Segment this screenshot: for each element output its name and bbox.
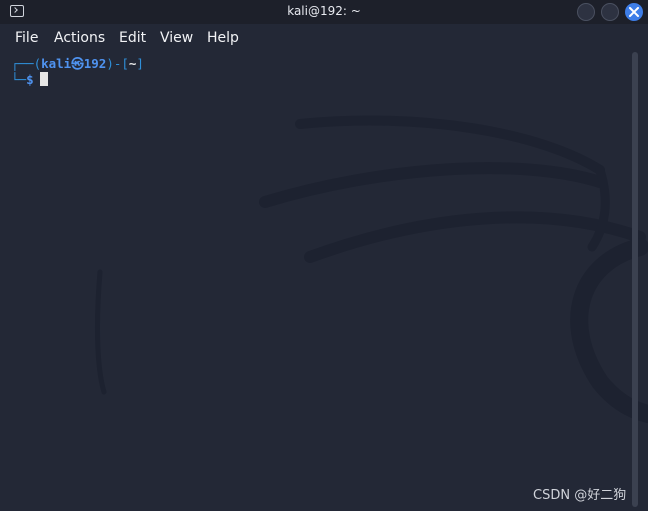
text-cursor: [39, 72, 48, 86]
close-button[interactable]: [625, 3, 643, 21]
close-icon: [629, 7, 639, 17]
window-title: kali@192: ~: [287, 4, 361, 18]
vertical-scrollbar[interactable]: [632, 52, 638, 507]
kali-dragon-watermark-icon: [94, 115, 648, 423]
menu-file[interactable]: File: [15, 30, 38, 46]
prompt-frame-bottom: └─: [11, 72, 27, 87]
prompt-separator: ㉿: [71, 56, 84, 71]
menu-actions[interactable]: Actions: [54, 30, 105, 46]
menu-edit[interactable]: Edit: [119, 30, 146, 46]
menu-view[interactable]: View: [160, 30, 193, 46]
maximize-button[interactable]: [601, 3, 619, 21]
prompt-frame-top: ┌──(: [11, 56, 42, 71]
prompt-dollar: $: [26, 72, 34, 87]
shell-prompt: ┌──(kali㉿192)-[~] └─$: [11, 56, 144, 88]
terminal-area[interactable]: ┌──(kali㉿192)-[~] └─$: [0, 52, 648, 511]
minimize-button[interactable]: [577, 3, 595, 21]
prompt-bracket-end: ]: [136, 56, 144, 71]
prompt-bracket-mid: )-[: [106, 56, 129, 71]
title-bar[interactable]: kali@192: ~: [0, 0, 648, 24]
prompt-user: kali: [41, 56, 72, 71]
csdn-watermark: CSDN @好二狗: [533, 488, 627, 503]
menu-bar: File Actions Edit View Help: [0, 24, 648, 52]
terminal-window: kali@192: ~ File Actions Edit View Help: [0, 0, 648, 511]
prompt-host: 192: [83, 56, 107, 71]
menu-help[interactable]: Help: [207, 30, 239, 46]
